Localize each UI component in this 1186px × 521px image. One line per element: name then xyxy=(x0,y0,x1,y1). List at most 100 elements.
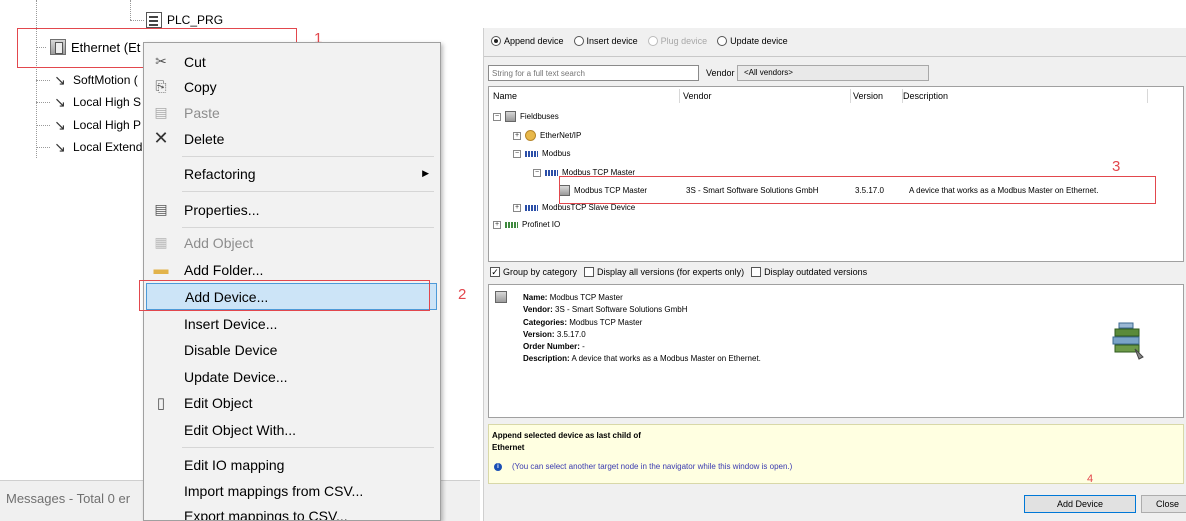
menu-item-copy[interactable]: ⎘ Copy xyxy=(146,73,437,100)
menu-item-label: Add Object xyxy=(184,234,254,251)
menu-item-update-device[interactable]: Update Device... xyxy=(146,363,437,390)
checkbox-box[interactable] xyxy=(584,267,595,277)
column-divider xyxy=(679,89,680,103)
vendor-select[interactable]: <All vendors> xyxy=(737,65,929,81)
device-info-panel: Name: Modbus TCP Master Vendor: 3S - Sma… xyxy=(488,284,1184,418)
column-header-description[interactable]: Description xyxy=(899,87,952,105)
menu-item-label: Copy xyxy=(184,78,217,95)
tree-item-softmotion[interactable]: ↘ SoftMotion ( xyxy=(52,70,138,90)
add-object-icon: ▦ xyxy=(154,234,168,250)
tree-item-label: PLC_PRG xyxy=(167,13,224,27)
checkbox-label: Group by category xyxy=(503,267,578,277)
menu-item-import-csv[interactable]: Import mappings from CSV... xyxy=(146,477,437,504)
device-tree-node-modbus[interactable]: − Modbus xyxy=(513,146,570,161)
info-categories: Modbus TCP Master xyxy=(569,317,643,327)
radio-button[interactable] xyxy=(573,36,584,46)
annotation-number-3: 3 xyxy=(1112,158,1121,175)
radio-label: Insert device xyxy=(586,36,638,46)
annotation-box-3 xyxy=(559,176,1156,204)
menu-item-label: Edit Object With... xyxy=(184,421,297,438)
menu-item-delete[interactable]: ✕ Delete xyxy=(146,125,437,152)
menu-item-properties[interactable]: ▤ Properties... xyxy=(146,196,437,223)
scissors-icon: ✂ xyxy=(155,53,167,69)
menu-separator xyxy=(182,191,434,192)
radio-update-device[interactable]: Update device xyxy=(717,36,788,46)
menu-item-label: Edit Object xyxy=(184,394,253,411)
menu-item-insert-device[interactable]: Insert Device... xyxy=(146,310,437,337)
mode-radio-group: Append device Insert device Plug device … xyxy=(491,36,794,46)
tree-item-plc-prg[interactable]: PLC_PRG xyxy=(146,10,223,30)
menu-item-label: Import mappings from CSV... xyxy=(184,482,364,499)
copy-icon: ⎘ xyxy=(155,78,167,94)
annotation-number-4: 4 xyxy=(1087,473,1094,485)
radio-append-device[interactable]: Append device xyxy=(491,36,564,46)
info-vendor: 3S - Smart Software Solutions GmbH xyxy=(555,305,688,315)
radio-button[interactable] xyxy=(491,36,501,46)
add-device-button[interactable]: Add Device xyxy=(1024,495,1136,513)
profinet-icon xyxy=(505,221,518,228)
expand-icon[interactable]: + xyxy=(493,220,501,229)
node-label: ModbusTCP Slave Device xyxy=(542,203,636,212)
annotation-box-2 xyxy=(139,280,430,311)
fieldbus-icon xyxy=(505,111,516,122)
menu-item-edit-object-with[interactable]: Edit Object With... xyxy=(146,416,437,443)
menu-item-cut[interactable]: ✂ Cut xyxy=(146,48,437,75)
edit-object-icon: ▯ xyxy=(156,394,166,412)
device-tree-node-ethernetip[interactable]: + EtherNet/IP xyxy=(513,128,581,143)
menu-item-add-object[interactable]: ▦ Add Object xyxy=(146,229,437,256)
info-description-label: Description: xyxy=(523,354,570,364)
menu-separator xyxy=(182,156,434,157)
checkbox-box[interactable] xyxy=(751,267,762,277)
hint-note: i (You can select another target node in… xyxy=(494,462,792,471)
device-tree-node-profinet[interactable]: + Profinet IO xyxy=(493,217,560,232)
menu-item-edit-object[interactable]: ▯ Edit Object xyxy=(146,389,437,416)
menu-item-label: Refactoring xyxy=(184,165,256,182)
checkbox-display-all-versions[interactable]: Display all versions (for experts only) xyxy=(584,267,744,277)
menu-item-label: Cut xyxy=(184,53,206,70)
radio-label: Update device xyxy=(730,36,788,46)
expand-icon[interactable]: + xyxy=(513,131,521,140)
hint-note-text: (You can select another target node in t… xyxy=(512,462,793,471)
checkbox-group-by-category[interactable]: ✓ Group by category xyxy=(490,267,577,277)
device-image xyxy=(1095,311,1161,367)
column-header-name[interactable]: Name xyxy=(489,87,679,105)
checkbox-display-outdated[interactable]: Display outdated versions xyxy=(751,267,867,277)
radio-label: Append device xyxy=(504,36,564,46)
radio-button[interactable] xyxy=(647,36,658,46)
info-order-label: Order Number: xyxy=(523,342,580,352)
tree-item-local-high-s[interactable]: ↘ Local High S xyxy=(52,92,141,112)
column-divider xyxy=(902,89,903,103)
device-tree-node-fieldbuses[interactable]: − Fieldbuses xyxy=(493,109,559,124)
tree-item-label: Local High P xyxy=(73,118,142,132)
radio-insert-device[interactable]: Insert device xyxy=(573,36,638,46)
column-header-vendor[interactable]: Vendor xyxy=(679,87,849,105)
column-divider xyxy=(1147,89,1148,103)
checkbox-label: Display outdated versions xyxy=(764,267,868,277)
menu-item-disable-device[interactable]: Disable Device xyxy=(146,336,437,363)
radio-button[interactable] xyxy=(717,36,728,46)
menu-item-label: Edit IO mapping xyxy=(184,456,285,473)
menu-item-label: Update Device... xyxy=(184,368,288,385)
menu-item-add-folder[interactable]: ▬ Add Folder... xyxy=(146,256,437,283)
collapse-icon[interactable]: − xyxy=(493,112,501,121)
menu-item-edit-io-mapping[interactable]: Edit IO mapping xyxy=(146,451,437,478)
menu-item-refactoring[interactable]: Refactoring ▶ xyxy=(146,160,437,187)
messages-label: Messages - Total 0 er xyxy=(6,491,131,506)
close-button[interactable]: Close xyxy=(1141,495,1186,513)
menu-separator xyxy=(182,447,434,448)
menu-item-export-csv[interactable]: Export mappings to CSV... xyxy=(146,502,437,521)
collapse-icon[interactable]: − xyxy=(513,149,521,158)
collapse-icon[interactable]: − xyxy=(533,168,541,177)
menu-item-paste[interactable]: ▤ Paste xyxy=(146,99,437,126)
folder-icon: ▬ xyxy=(153,261,169,278)
expand-icon[interactable]: + xyxy=(513,203,521,212)
column-header-version[interactable]: Version xyxy=(849,87,899,105)
radio-label: Plug device xyxy=(660,36,708,46)
program-icon xyxy=(146,12,162,28)
radio-plug-device[interactable]: Plug device xyxy=(647,36,708,46)
tree-item-local-extend[interactable]: ↘ Local Extend xyxy=(52,137,142,157)
checkmark-icon[interactable]: ✓ xyxy=(490,267,500,277)
full-text-search-input[interactable] xyxy=(488,65,699,81)
tree-item-local-high-p[interactable]: ↘ Local High P xyxy=(52,115,141,135)
hint-title: Append selected device as last child of xyxy=(492,431,641,440)
